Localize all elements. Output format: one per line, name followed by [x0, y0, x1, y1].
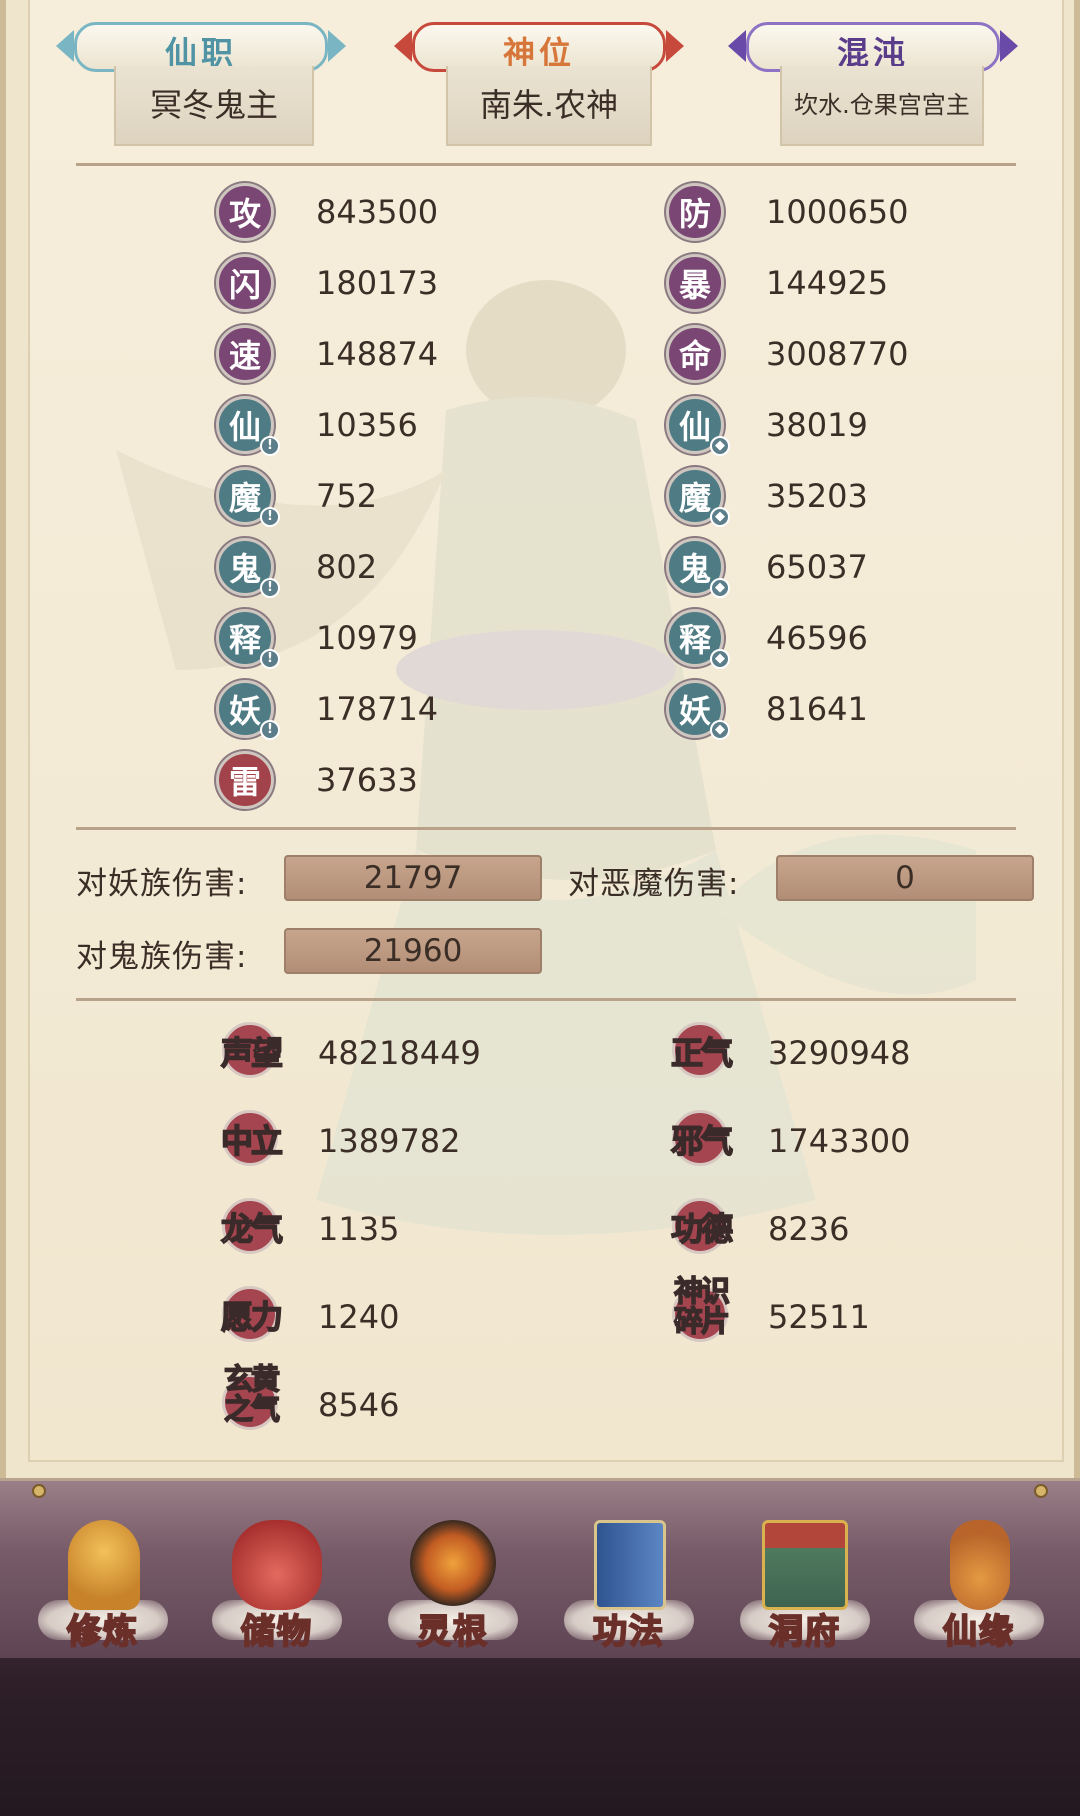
- neutral-icon: 中立: [216, 1106, 284, 1170]
- attack-badge-icon: !: [260, 649, 280, 669]
- skill-book-icon: [594, 1520, 666, 1610]
- nav-label: 功法: [592, 1611, 665, 1653]
- divider-top: [76, 163, 1016, 166]
- demon-damage-value: 0: [776, 855, 1034, 901]
- hp-icon: 命: [666, 325, 724, 383]
- xuanhuang-qi-icon: 玄黄 之气: [216, 1363, 281, 1434]
- speed-icon: 速: [216, 325, 274, 383]
- stat-value: 46596: [766, 619, 868, 657]
- attack-badge-icon: !: [260, 720, 280, 740]
- stat-value: 37633: [316, 761, 418, 799]
- nav-cultivation[interactable]: 修炼: [28, 1520, 178, 1660]
- stat-value: 35203: [766, 477, 868, 515]
- resource-value: 1389782: [318, 1122, 461, 1160]
- thunder-icon: 雷: [216, 751, 274, 809]
- attack-badge-icon: !: [260, 507, 280, 527]
- divider-bottom: [76, 998, 1016, 1001]
- resource-value: 8546: [318, 1386, 400, 1424]
- nav-immortal-fate[interactable]: 仙缘: [904, 1520, 1054, 1660]
- nav-label: 灵根: [416, 1611, 489, 1653]
- stat-value: 178714: [316, 690, 439, 728]
- divine-sense-icon: 神识 碎片: [666, 1275, 731, 1346]
- dodge-icon: 闪: [216, 254, 274, 312]
- cultivation-icon: [68, 1520, 140, 1610]
- resource-value: 52511: [768, 1298, 870, 1336]
- nav-label: 洞府: [768, 1611, 841, 1653]
- wish-power-icon: 愿力: [216, 1282, 284, 1346]
- demon-damage-label: 对恶魔伤害:: [568, 866, 740, 902]
- yao-damage-value: 21797: [284, 855, 542, 901]
- stat-value: 180173: [316, 264, 439, 302]
- stat-value: 10356: [316, 406, 418, 444]
- nav-label: 储物: [240, 1611, 313, 1653]
- resource-value: 8236: [768, 1210, 850, 1248]
- attack-badge-icon: !: [260, 578, 280, 598]
- attack-icon: 攻: [216, 183, 274, 241]
- nav-label: 仙缘: [942, 1611, 1015, 1653]
- shield-badge-icon: ◆: [710, 578, 730, 598]
- nav-spirit-root[interactable]: 灵根: [378, 1520, 528, 1660]
- resource-value: 48218449: [318, 1034, 481, 1072]
- spirit-root-icon: [410, 1520, 496, 1606]
- cave-house-icon: [762, 1520, 848, 1610]
- stat-value: 843500: [316, 193, 439, 231]
- nav-storage[interactable]: 储物: [202, 1520, 352, 1660]
- resource-value: 1240: [318, 1298, 400, 1336]
- attribute-panel: 仙职 冥冬鬼主 神位 南朱.农神 混沌 坎水.仓果宫宫主 攻 843500 闪 …: [0, 0, 1080, 1478]
- yao-damage-label: 对妖族伤害:: [76, 866, 248, 902]
- merit-icon: 功德: [666, 1194, 734, 1258]
- shield-badge-icon: ◆: [710, 720, 730, 740]
- resource-value: 3290948: [768, 1034, 911, 1072]
- resource-value: 1135: [318, 1210, 400, 1248]
- stat-value: 802: [316, 548, 378, 586]
- nav-skills[interactable]: 功法: [554, 1520, 704, 1660]
- dragon-qi-icon: 龙气: [216, 1194, 284, 1258]
- bottom-nav-bar: 修炼 储物 灵根 功法 洞府 仙缘: [0, 1478, 1080, 1816]
- critical-icon: 暴: [666, 254, 724, 312]
- shield-badge-icon: ◆: [710, 436, 730, 456]
- chaos-value: 坎水.仓果宫宫主: [780, 66, 984, 146]
- nav-label: 修炼: [66, 1611, 139, 1653]
- stat-value: 752: [316, 477, 378, 515]
- evil-qi-icon: 邪气: [666, 1106, 734, 1170]
- shield-badge-icon: ◆: [710, 507, 730, 527]
- resource-value: 1743300: [768, 1122, 911, 1160]
- stat-value: 144925: [766, 264, 889, 302]
- stat-value: 3008770: [766, 335, 909, 373]
- ghost-damage-value: 21960: [284, 928, 542, 974]
- stat-value: 65037: [766, 548, 868, 586]
- stat-value: 38019: [766, 406, 868, 444]
- lantern-left-icon: [32, 1484, 46, 1498]
- nav-cave-house[interactable]: 洞府: [730, 1520, 880, 1660]
- stat-value: 148874: [316, 335, 439, 373]
- attack-badge-icon: !: [260, 436, 280, 456]
- shield-badge-icon: ◆: [710, 649, 730, 669]
- god-rank-value: 南朱.农神: [446, 66, 652, 146]
- panel-inner: [28, 0, 1064, 1462]
- stat-value: 1000650: [766, 193, 909, 231]
- immortal-post-value: 冥冬鬼主: [114, 66, 314, 146]
- defense-icon: 防: [666, 183, 724, 241]
- ghost-damage-label: 对鬼族伤害:: [76, 939, 248, 975]
- stat-value: 81641: [766, 690, 868, 728]
- storage-bag-icon: [232, 1520, 322, 1610]
- righteous-qi-icon: 正气: [666, 1018, 734, 1082]
- reputation-icon: 声望: [216, 1018, 284, 1082]
- stat-value: 10979: [316, 619, 418, 657]
- lantern-right-icon: [1034, 1484, 1048, 1498]
- divider-middle: [76, 827, 1016, 830]
- gourd-icon: [950, 1520, 1010, 1610]
